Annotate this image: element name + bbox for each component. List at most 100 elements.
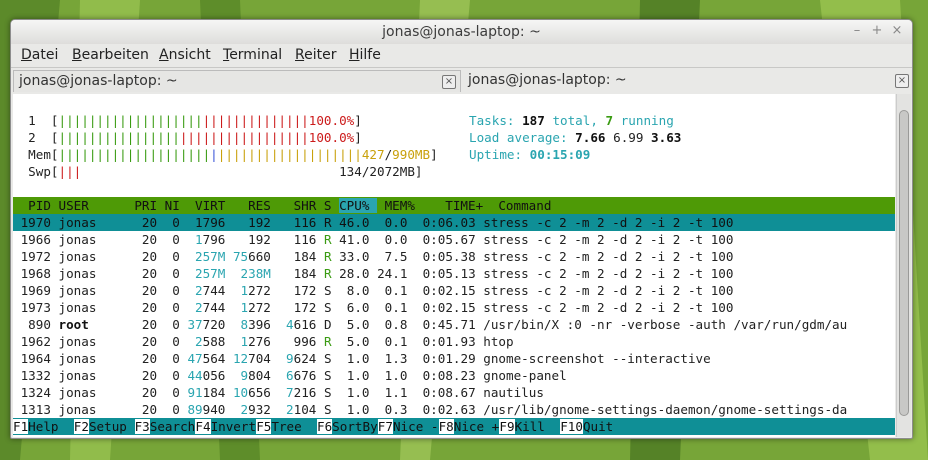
table-row[interactable]: 1313 jonas 20 0 89940 2932 2104 S 1.0 0.… xyxy=(13,401,895,418)
column-header-time[interactable]: TIME+ xyxy=(415,198,498,213)
fkey-f10[interactable]: F10Quit xyxy=(560,418,613,435)
table-row[interactable]: 1966 jonas 20 0 1796 192 116 R 41.0 0.0 … xyxy=(13,231,895,248)
cell-cpu: 6.0 xyxy=(331,300,370,315)
cell-mem: 0.3 xyxy=(369,402,408,417)
cell-time: 0:02.15 xyxy=(407,283,484,298)
fkey-f8[interactable]: F8Nice + xyxy=(438,418,499,435)
cell-gap xyxy=(225,317,233,332)
fkey-f1[interactable]: F1Help xyxy=(13,418,74,435)
title-bar[interactable]: jonas@jonas-laptop: ~ – + × xyxy=(11,20,912,44)
terminal-content[interactable]: 1 [|||||||||||||||||||||||||||||||||100.… xyxy=(13,94,895,437)
table-row[interactable]: 1324 jonas 20 0 91184 10656 7216 S 1.0 1… xyxy=(13,384,895,401)
column-header-shr[interactable]: SHR xyxy=(271,198,317,213)
maximize-icon[interactable]: + xyxy=(869,23,885,38)
table-row[interactable]: 890 root 20 0 37720 8396 4616 D 5.0 0.8 … xyxy=(13,316,895,333)
cell-pri: 20 xyxy=(126,334,158,349)
close-icon[interactable]: × xyxy=(889,23,905,38)
column-header-ni[interactable]: NI xyxy=(157,198,180,213)
minimize-icon[interactable]: – xyxy=(849,23,865,38)
table-row[interactable]: 1972 jonas 20 0 257M 75660 184 R 33.0 7.… xyxy=(13,248,895,265)
cell-pri: 20 xyxy=(126,266,158,281)
menu-terminal[interactable]: Terminal xyxy=(223,47,282,63)
cell-ni: 0 xyxy=(157,266,180,281)
cell-user: jonas xyxy=(58,351,127,366)
cell-virt-low: 564 xyxy=(202,351,226,366)
table-row[interactable]: 1969 jonas 20 0 2744 1272 172 S 8.0 0.1 … xyxy=(13,282,895,299)
fkey-f7[interactable]: F7Nice - xyxy=(377,418,438,435)
table-row[interactable]: 1973 jonas 20 0 2744 1272 172 S 6.0 0.1 … xyxy=(13,299,895,316)
table-row[interactable]: 1964 jonas 20 0 47564 12704 9624 S 1.0 1… xyxy=(13,350,895,367)
fkey-f5[interactable]: F5Tree xyxy=(256,418,317,435)
menu-bearbeiten[interactable]: Bearbeiten xyxy=(72,47,149,63)
table-row[interactable]: 1332 jonas 20 0 44056 9804 6676 S 1.0 1.… xyxy=(13,367,895,384)
cell-shr-low: 624 xyxy=(293,351,317,366)
table-row[interactable]: 1968 jonas 20 0 257M 238M 184 R 28.0 24.… xyxy=(13,265,895,282)
cell-gap xyxy=(225,351,233,366)
tasks-summary: Tasks: 187 total, 7 running xyxy=(469,112,674,129)
column-header-s[interactable]: S xyxy=(316,198,339,213)
cell-gap xyxy=(225,215,233,230)
cell-res: 192 xyxy=(232,215,271,230)
cell-user: jonas xyxy=(58,402,127,417)
cell-res: 2 xyxy=(232,402,249,417)
menu-datei[interactable]: Datei xyxy=(21,47,58,63)
cell-state: S xyxy=(323,385,332,400)
tab-terminal-1[interactable]: jonas@jonas-laptop: ~ × xyxy=(13,70,461,92)
scrollbar[interactable] xyxy=(896,94,911,437)
fkey-f3[interactable]: F3Search xyxy=(134,418,195,435)
cell-command: stress -c 2 -m 2 -d 2 -i 2 -t 100 xyxy=(483,283,734,298)
cell-cpu: 8.0 xyxy=(331,283,370,298)
mem-used: 427 xyxy=(361,147,385,162)
column-header-pri[interactable]: PRI xyxy=(127,198,157,213)
cell-shr: 116 xyxy=(278,232,317,247)
column-header-cpu[interactable]: CPU% xyxy=(339,198,378,213)
column-header-command[interactable]: Command xyxy=(498,198,551,213)
cell-res-low: 396 xyxy=(248,317,271,332)
cell-pid: 1332 xyxy=(13,368,59,383)
tab-bar: jonas@jonas-laptop: ~ × jonas@jonas-lapt… xyxy=(11,67,912,94)
column-header-res[interactable]: RES xyxy=(225,198,271,213)
cell-gap xyxy=(316,402,324,417)
cell-virt-low: 796 xyxy=(202,232,226,247)
menu-ansicht[interactable]: Ansicht xyxy=(159,47,211,63)
column-header-virt[interactable]: VIRT xyxy=(180,198,225,213)
row-text: 1966 jonas 20 0 1796 192 116 R 41.0 0.0 … xyxy=(13,231,734,248)
swap-bar: ||| xyxy=(58,164,82,179)
cell-shr: 184 xyxy=(278,266,317,281)
cell-gap xyxy=(316,317,324,332)
cell-cpu: 46.0 xyxy=(331,215,370,230)
scrollbar-thumb[interactable] xyxy=(899,110,909,416)
cell-shr: 996 xyxy=(278,334,317,349)
column-header-pid[interactable]: PID xyxy=(13,198,59,213)
fkey-f2[interactable]: F2Setup xyxy=(73,418,135,435)
table-row[interactable]: 1962 jonas 20 0 2588 1276 996 R 5.0 0.1 … xyxy=(13,333,895,350)
menu-hilfe[interactable]: Hilfe xyxy=(349,47,381,63)
mem-total: 990MB xyxy=(392,147,431,162)
close-tab-icon[interactable]: × xyxy=(895,74,909,88)
mem-bar-used: |||||||||||||||||||| xyxy=(58,147,211,162)
column-header-user[interactable]: USER xyxy=(59,198,127,213)
mem-meter: Mem[||||||||||||||||||||||||||||||||||||… xyxy=(28,147,438,162)
fkey-f6[interactable]: F6SortBy xyxy=(317,418,378,435)
table-row[interactable]: 1970 jonas 20 0 1796 192 116 R 46.0 0.0 … xyxy=(13,214,895,231)
menu-mnemonic: R xyxy=(295,47,305,63)
fkey-f4[interactable]: F4Invert xyxy=(195,418,256,435)
fkey-label: Quit xyxy=(582,419,614,434)
tab-terminal-2[interactable]: jonas@jonas-laptop: ~ × xyxy=(463,70,911,92)
fkey-f9[interactable]: F9Kill xyxy=(499,418,560,435)
menu-reiter[interactable]: Reiter xyxy=(295,47,336,63)
cpu1-meter: 1 [|||||||||||||||||||||||||||||||||100.… xyxy=(28,113,362,128)
cell-command: /usr/bin/X :0 -nr -verbose -auth /var/ru… xyxy=(483,317,848,332)
cell-ni: 0 xyxy=(157,334,180,349)
cell-gap xyxy=(316,215,324,230)
mem-bar-cache: ||||||||||||||||||| xyxy=(217,147,362,162)
column-headers[interactable]: PID USER PRI NI VIRT RES SHR S CPU% MEM%… xyxy=(13,197,551,214)
fkey-label: Kill xyxy=(514,419,561,434)
cell-virt: 1 xyxy=(187,232,203,247)
load-label: Load average: xyxy=(469,130,568,145)
cpu2-percent: 100.0% xyxy=(308,130,355,145)
tasks-running: 7 xyxy=(605,113,614,128)
close-tab-icon[interactable]: × xyxy=(442,75,456,89)
column-header-mem[interactable]: MEM% xyxy=(377,198,415,213)
cell-user: jonas xyxy=(58,215,127,230)
